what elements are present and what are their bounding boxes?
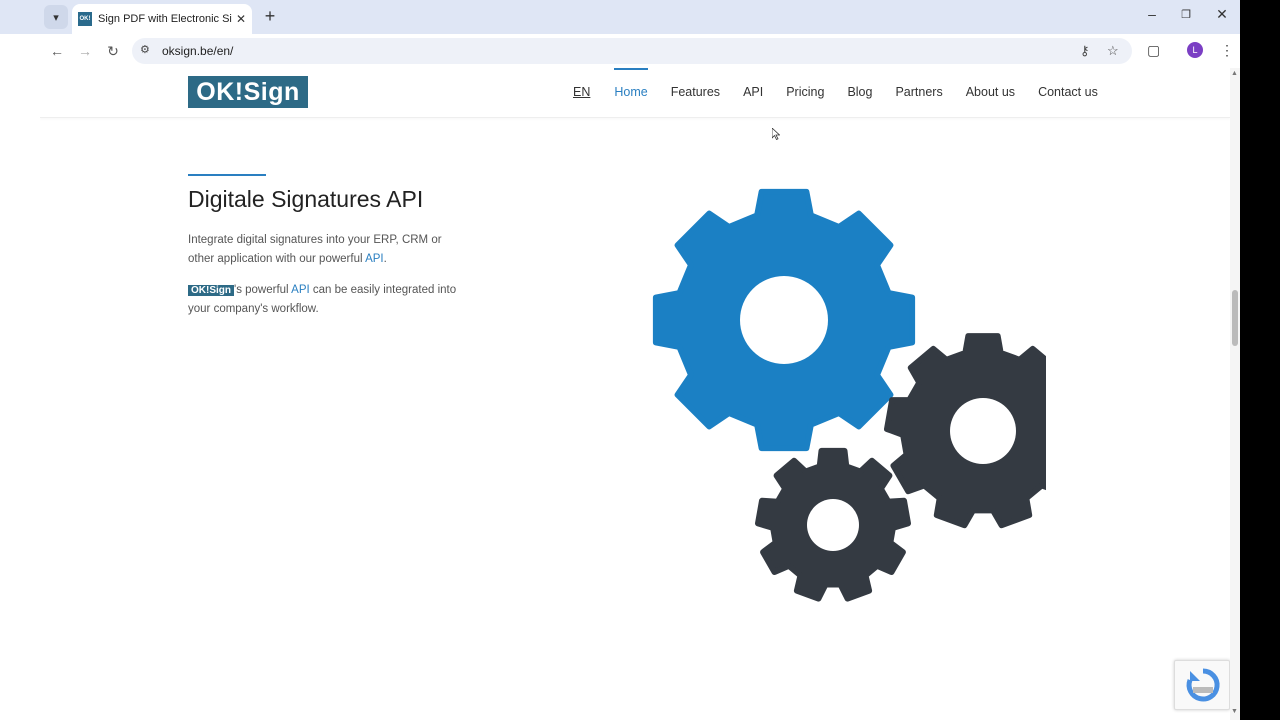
new-tab-button[interactable]: + <box>260 6 280 26</box>
password-key-icon[interactable]: ⚷ <box>1080 43 1090 59</box>
url-text: oksign.be/en/ <box>162 44 234 58</box>
workflow-paragraph: OK!Sign's powerful API can be easily int… <box>188 281 468 319</box>
nav-features[interactable]: Features <box>671 85 720 99</box>
site-favicon-icon: OK! <box>78 12 92 26</box>
main-nav: EN Home Features API Pricing Blog Partne… <box>573 68 1121 99</box>
intro-paragraph: Integrate digital signatures into your E… <box>188 231 468 269</box>
browser-window: ▾ OK! Sign PDF with Electronic Signatu ✕… <box>0 0 1240 720</box>
intro-text: Integrate digital signatures into your E… <box>188 234 442 265</box>
site-logo[interactable]: OK!Sign <box>188 76 308 108</box>
gear-hole <box>807 499 859 551</box>
bookmark-star-icon[interactable]: ☆ <box>1107 43 1119 59</box>
heading-accent-bar <box>188 174 266 176</box>
nav-home[interactable]: Home <box>614 68 649 99</box>
tab-search-button[interactable]: ▾ <box>44 5 68 29</box>
nav-blog[interactable]: Blog <box>847 85 872 99</box>
scroll-up-icon[interactable]: ▲ <box>1231 70 1238 77</box>
intro-end: . <box>383 253 387 265</box>
page-scrollbar[interactable]: ▲ ▼ <box>1230 68 1240 720</box>
minimize-icon[interactable]: – <box>1142 6 1162 22</box>
close-tab-icon[interactable]: ✕ <box>236 12 246 26</box>
nav-partners[interactable]: Partners <box>895 85 942 99</box>
nav-contact-us[interactable]: Contact us <box>1038 85 1098 99</box>
tab-title: Sign PDF with Electronic Signatu <box>98 13 232 25</box>
workflow-text-1: 's powerful <box>234 284 292 296</box>
restore-icon[interactable]: ❐ <box>1176 8 1196 21</box>
profile-avatar[interactable]: L <box>1187 42 1203 58</box>
nav-api[interactable]: API <box>743 85 763 99</box>
recaptcha-badge[interactable] <box>1174 660 1230 710</box>
nav-about-us[interactable]: About us <box>966 85 1015 99</box>
api-link[interactable]: API <box>365 253 384 265</box>
browser-toolbar: ← → ↻ ⚙ oksign.be/en/ ⚷ ☆ ▢ L ⋮ <box>0 34 1240 68</box>
site-header: OK!Sign EN Home Features API Pricing Blo… <box>40 68 1230 118</box>
mouse-cursor-icon <box>772 128 780 140</box>
reload-icon[interactable]: ↻ <box>102 40 124 62</box>
tab-active[interactable]: OK! Sign PDF with Electronic Signatu ✕ <box>72 4 252 34</box>
nav-pricing[interactable]: Pricing <box>786 85 824 99</box>
api-section: Digitale Signatures API Integrate digita… <box>188 174 488 331</box>
gear-medium-icon <box>884 333 1046 529</box>
api-link-2[interactable]: API <box>291 284 310 296</box>
nav-language[interactable]: EN <box>573 85 590 99</box>
section-heading: Digitale Signatures API <box>188 186 424 212</box>
forward-arrow-icon[interactable]: → <box>74 40 96 62</box>
scrollbar-thumb[interactable] <box>1232 290 1238 346</box>
tab-strip: ▾ OK! Sign PDF with Electronic Signatu ✕… <box>0 0 1240 34</box>
gears-illustration <box>652 188 1046 602</box>
gear-large-icon <box>652 188 916 452</box>
address-bar[interactable]: ⚙ oksign.be/en/ ⚷ ☆ <box>132 38 1132 64</box>
gear-hole <box>950 398 1016 464</box>
brand-inline-logo: OK!Sign <box>188 285 234 296</box>
chevron-down-icon: ▾ <box>53 11 59 24</box>
site-info-icon[interactable]: ⚙ <box>140 43 150 56</box>
scroll-down-icon[interactable]: ▼ <box>1231 708 1238 715</box>
gear-hole <box>740 276 828 364</box>
recaptcha-icon <box>1186 668 1220 702</box>
extensions-icon[interactable]: ▢ <box>1147 42 1160 59</box>
back-arrow-icon[interactable]: ← <box>46 40 68 62</box>
close-window-icon[interactable]: ✕ <box>1212 6 1232 23</box>
menu-kebab-icon[interactable]: ⋮ <box>1220 42 1234 59</box>
web-page: OK!Sign EN Home Features API Pricing Blo… <box>40 68 1230 720</box>
gear-small-icon <box>755 447 911 602</box>
